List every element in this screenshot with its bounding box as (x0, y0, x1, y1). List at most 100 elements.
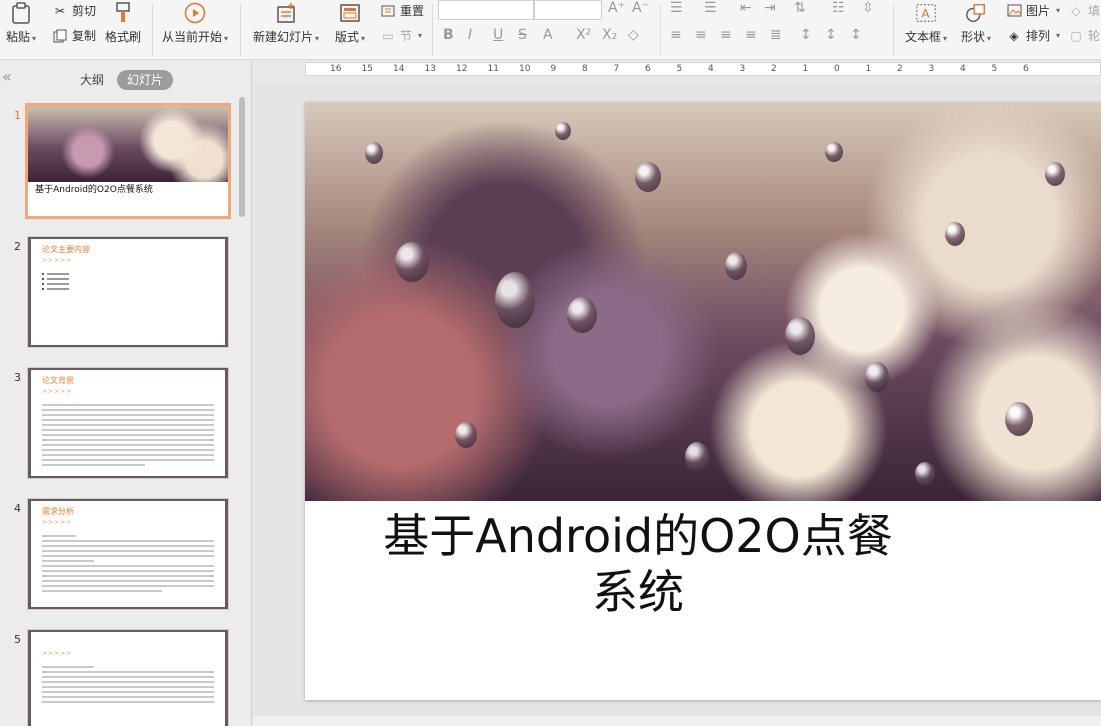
ruler-tick-label: 9 (550, 64, 557, 74)
text-box-button[interactable]: A 文本框 ▾ (905, 2, 947, 45)
thumbnail-arrows: >>>>> (42, 257, 73, 264)
ribbon-toolbar: 粘贴 ▾ ✂ 剪切 复制 格式刷 从当前开始 ▾ 新建幻灯片 ▾ 版式 ▾ 重置… (0, 0, 1101, 60)
thumbnail-title: 需求分析 (42, 507, 74, 516)
font-grow-icon[interactable]: A⁺ (608, 0, 625, 16)
thumbnail-arrows: >>>>> (42, 388, 73, 395)
bold-icon[interactable]: B (443, 27, 454, 43)
justify-icon[interactable]: ≡ (745, 27, 757, 43)
reset-icon (380, 3, 396, 19)
slide-thumbnail-5[interactable]: >>>>> (27, 629, 229, 726)
align-center-icon[interactable]: ≡ (695, 27, 707, 43)
line-spacing-icon[interactable]: ⇳ (862, 0, 874, 16)
slide-thumbnail-2[interactable]: 论文主要内容 >>>>> (27, 236, 229, 348)
outline-icon: ▢ (1070, 28, 1082, 43)
ruler-tick-label: 14 (393, 64, 405, 74)
ruler-tick-label: 4 (708, 64, 714, 74)
thumbnail-title: 基于Android的O2O点餐系统 (35, 185, 153, 195)
layout-button[interactable]: 版式 ▾ (335, 2, 365, 45)
slide-title-line-1: 基于Android的O2O点餐 (383, 509, 893, 563)
spacing-menu-icon[interactable]: ↕ (850, 27, 862, 43)
thumbnail-photo (28, 106, 228, 182)
ruler-tick-label: 15 (361, 64, 373, 74)
indent-decrease-icon[interactable]: ⇤ (740, 0, 752, 16)
clear-format-icon[interactable]: ◇ (628, 27, 639, 43)
font-color-icon[interactable]: A (543, 27, 553, 43)
ruler-tick-label: 8 (582, 64, 588, 74)
slide-number: 3 (14, 371, 21, 384)
font-shrink-icon[interactable]: A⁻ (632, 0, 649, 16)
ruler-tick-label: 16 (330, 64, 342, 74)
new-slide-icon (275, 2, 297, 24)
ruler-tick-label: 6 (645, 64, 651, 74)
play-icon (184, 2, 206, 24)
tab-slides[interactable]: 幻灯片 (117, 70, 174, 90)
underline-icon[interactable]: U (493, 27, 503, 43)
panel-scrollbar[interactable] (239, 97, 245, 217)
status-bar (253, 716, 1101, 726)
ruler-tick-label: 4 (960, 64, 966, 74)
reset-button[interactable]: 重置 (380, 2, 424, 19)
thumbnail-arrows: >>>>> (42, 650, 73, 657)
number-list-icon[interactable]: ☰ (704, 0, 717, 16)
ruler-tick-label: 6 (1023, 64, 1029, 74)
align-text-icon[interactable]: ☷ (832, 0, 845, 16)
horizontal-ruler: 16 15 14 13 12 11 10 9 8 7 6 5 4 3 2 1 0 1 2 3 4 5 6 (305, 62, 1101, 76)
indent-increase-icon[interactable]: ⇥ (764, 0, 776, 16)
font-size-select[interactable] (534, 0, 602, 20)
strikethrough-icon[interactable]: S (518, 27, 527, 43)
panel-tabs: « 大纲 幻灯片 (0, 61, 252, 95)
slide-thumbnail-4[interactable]: 需求分析 >>>>> (27, 498, 229, 610)
tab-outline[interactable]: 大纲 (70, 70, 114, 90)
collapse-panel-icon[interactable]: « (2, 67, 12, 86)
shape-button[interactable]: 形状 ▾ (961, 2, 991, 45)
ruler-tick-label: 1 (802, 64, 809, 74)
fill-button[interactable]: ◇ 填 (1068, 2, 1100, 19)
paragraph-spacing-icon[interactable]: ↕ (800, 27, 812, 43)
line-space-icon[interactable]: ↕ (825, 27, 837, 43)
ruler-tick-label: 2 (897, 64, 903, 74)
scissors-icon: ✂ (54, 3, 66, 18)
new-slide-button[interactable]: 新建幻灯片 ▾ (253, 2, 319, 45)
fill-icon: ◇ (1071, 3, 1081, 18)
subscript-icon[interactable]: X₂ (602, 27, 617, 43)
align-right-icon[interactable]: ≡ (720, 27, 732, 43)
arrange-button[interactable]: ◈ 排列 ▾ (1006, 27, 1060, 44)
font-name-select[interactable] (438, 0, 534, 20)
outline-button[interactable]: ▢ 轮 (1068, 27, 1100, 44)
layers-icon: ◈ (1009, 28, 1019, 43)
ruler-tick-label: 12 (456, 64, 468, 74)
slide-title-line-2: 系统 (592, 565, 684, 619)
ruler-tick-label: 5 (676, 64, 683, 74)
slide-number: 5 (14, 633, 21, 646)
current-slide[interactable]: 基于Android的O2O点餐 系统 (305, 102, 1101, 700)
text-direction-icon[interactable]: ⇅ (794, 0, 806, 16)
thumbnail-arrows: >>>>> (42, 519, 73, 526)
slide-number: 2 (14, 240, 21, 253)
ruler-tick-label: 7 (613, 64, 620, 74)
slide-title[interactable]: 基于Android的O2O点餐 系统 (305, 508, 971, 620)
play-from-current-button[interactable]: 从当前开始 ▾ (162, 2, 228, 45)
clipboard-icon (10, 2, 32, 24)
italic-icon[interactable]: I (468, 27, 472, 43)
format-painter-button[interactable]: 格式刷 (105, 2, 141, 45)
thumbnail-title: 论文背景 (42, 376, 74, 385)
picture-icon (1006, 3, 1022, 19)
slide-thumbnail-3[interactable]: 论文背景 >>>>> (27, 367, 229, 479)
section-button[interactable]: ▭ 节 ▾ (380, 27, 422, 44)
ruler-tick-label: 2 (771, 64, 777, 74)
slide-thumbnail-1[interactable]: 基于Android的O2O点餐系统 (25, 103, 231, 219)
picture-button[interactable]: 图片 ▾ (1006, 2, 1060, 19)
text-box-icon: A (915, 2, 937, 24)
shape-icon (965, 2, 987, 24)
distribute-icon[interactable]: ≣ (770, 27, 782, 43)
cut-button[interactable]: ✂ 剪切 (52, 2, 96, 19)
copy-button[interactable]: 复制 (52, 27, 96, 44)
section-icon: ▭ (382, 28, 394, 43)
align-left-icon[interactable]: ≡ (670, 27, 682, 43)
thumbnail-title: 论文主要内容 (42, 245, 90, 254)
slide-number: 1 (14, 109, 21, 122)
paste-button[interactable]: 粘贴 ▾ (6, 2, 36, 45)
ruler-tick-label: 5 (991, 64, 998, 74)
superscript-icon[interactable]: X² (576, 27, 591, 43)
bullet-list-icon[interactable]: ☰ (670, 0, 683, 16)
